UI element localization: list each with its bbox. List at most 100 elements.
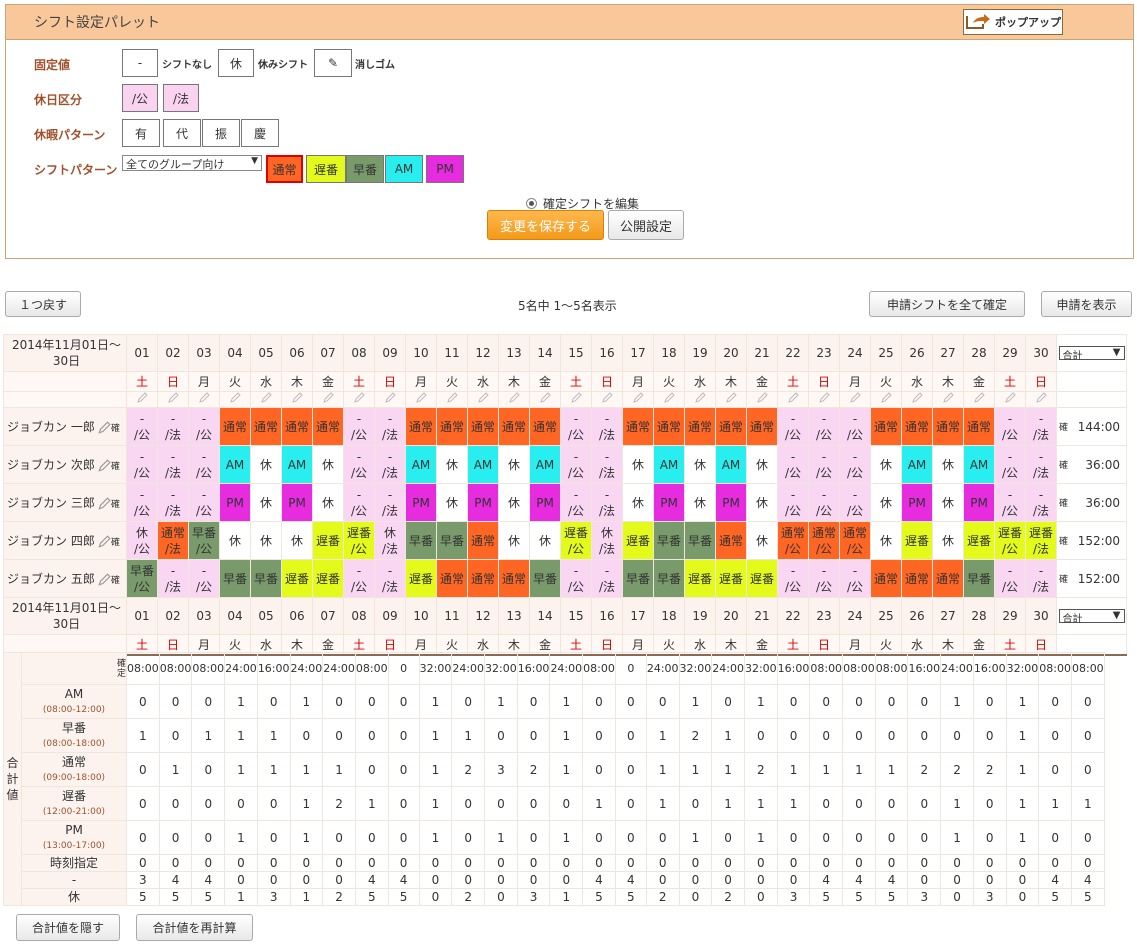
group-select[interactable]: 全てのグループ向け ▼ bbox=[122, 155, 262, 171]
shift-cell[interactable]: PM bbox=[529, 483, 561, 522]
shift-cell[interactable]: 通常 bbox=[901, 559, 933, 598]
edit-pencil-icon[interactable] bbox=[808, 391, 840, 408]
edit-pencil-icon[interactable] bbox=[498, 391, 530, 408]
shift-cell[interactable]: -/公 bbox=[777, 559, 809, 598]
shift-cell[interactable]: -/公 bbox=[188, 559, 220, 598]
shift-cell[interactable]: 通常 bbox=[281, 407, 313, 446]
shift-cell[interactable]: -/公 bbox=[808, 407, 840, 446]
shift-cell[interactable]: 遅番 bbox=[622, 521, 654, 560]
shift-cell[interactable]: 休 bbox=[250, 483, 282, 522]
shift-cell[interactable]: 遅番 bbox=[746, 559, 778, 598]
staff-name[interactable]: ジョブカン 次郎確 bbox=[3, 445, 127, 484]
edit-pencil-icon[interactable] bbox=[219, 391, 251, 408]
edit-pencil-icon[interactable] bbox=[157, 391, 189, 408]
shift-cell[interactable]: 早番 bbox=[250, 559, 282, 598]
edit-pencil-icon[interactable] bbox=[715, 391, 747, 408]
shift-cell[interactable]: -/公 bbox=[994, 559, 1026, 598]
shift-cell[interactable]: 通常/公 bbox=[839, 521, 871, 560]
sum-select[interactable]: 合計 ▼ bbox=[1056, 334, 1127, 372]
shift-cell[interactable]: 通常 bbox=[467, 559, 499, 598]
shift-cell[interactable]: AM bbox=[281, 445, 313, 484]
shift-cell[interactable]: 休 bbox=[529, 521, 561, 560]
shift-cell[interactable]: 休 bbox=[219, 521, 251, 560]
shift-cell[interactable]: -/公 bbox=[188, 445, 220, 484]
shift-cell[interactable]: 休 bbox=[498, 445, 530, 484]
shift-cell[interactable]: AM bbox=[715, 445, 747, 484]
shift-cell[interactable]: 通常 bbox=[870, 559, 902, 598]
edit-pencil-icon[interactable] bbox=[281, 391, 313, 408]
shift-cell[interactable]: -/公 bbox=[808, 559, 840, 598]
shift-cell[interactable]: 休 bbox=[498, 483, 530, 522]
shift-cell[interactable]: 休 bbox=[250, 445, 282, 484]
leave-event-box[interactable]: 慶 bbox=[241, 119, 279, 147]
shift-cell[interactable]: 早番 bbox=[963, 559, 995, 598]
shift-cell[interactable]: 休 bbox=[870, 483, 902, 522]
shift-cell[interactable]: 通常 bbox=[467, 407, 499, 446]
recalc-totals-button[interactable]: 合計値を再計算 bbox=[136, 914, 253, 941]
shift-cell[interactable]: 休 bbox=[622, 483, 654, 522]
shift-cell[interactable]: -/公 bbox=[560, 559, 592, 598]
shift-cell[interactable]: 遅番 bbox=[963, 521, 995, 560]
edit-pencil-icon[interactable] bbox=[126, 391, 158, 408]
shift-cell[interactable]: -/公 bbox=[126, 483, 158, 522]
shift-cell[interactable]: 遅番 bbox=[312, 559, 344, 598]
popup-button[interactable]: ポップアップ bbox=[963, 9, 1063, 35]
shift-cell[interactable]: -/公 bbox=[808, 445, 840, 484]
shift-cell[interactable]: 遅番 bbox=[405, 559, 437, 598]
shift-cell[interactable]: 休 bbox=[436, 483, 468, 522]
publish-settings-button[interactable]: 公開設定 bbox=[608, 210, 684, 240]
shift-cell[interactable]: -/法 bbox=[157, 407, 189, 446]
shift-cell[interactable]: PM bbox=[219, 483, 251, 522]
shift-cell[interactable]: -/法 bbox=[157, 445, 189, 484]
shift-cell[interactable]: 休/法 bbox=[374, 521, 406, 560]
shift-cell[interactable]: -/公 bbox=[343, 445, 375, 484]
shift-cell[interactable]: 休 bbox=[498, 521, 530, 560]
edit-pencil-icon[interactable] bbox=[405, 391, 437, 408]
shift-cell[interactable]: -/公 bbox=[994, 445, 1026, 484]
shift-cell[interactable]: -/公 bbox=[343, 483, 375, 522]
fixed-none-box[interactable]: - bbox=[122, 49, 158, 77]
shift-cell[interactable]: -/法 bbox=[1025, 445, 1057, 484]
shift-cell[interactable]: 休 bbox=[746, 483, 778, 522]
shift-cell[interactable]: 休 bbox=[312, 483, 344, 522]
leave-sub-box[interactable]: 振 bbox=[202, 119, 240, 147]
shift-am-box[interactable]: AM bbox=[385, 155, 423, 183]
staff-name[interactable]: ジョブカン 一郎確 bbox=[3, 407, 127, 446]
shift-cell[interactable]: 通常 bbox=[219, 407, 251, 446]
shift-cell[interactable]: -/公 bbox=[126, 445, 158, 484]
shift-cell[interactable]: PM bbox=[281, 483, 313, 522]
shift-cell[interactable]: -/法 bbox=[374, 559, 406, 598]
shift-cell[interactable]: 通常/法 bbox=[157, 521, 189, 560]
shift-cell[interactable]: 早番/公 bbox=[188, 521, 220, 560]
shift-cell[interactable]: AM bbox=[405, 445, 437, 484]
shift-cell[interactable]: AM bbox=[963, 445, 995, 484]
shift-cell[interactable]: PM bbox=[901, 483, 933, 522]
shift-cell[interactable]: AM bbox=[529, 445, 561, 484]
shift-cell[interactable]: 通常 bbox=[436, 559, 468, 598]
shift-cell[interactable]: 遅番 bbox=[684, 559, 716, 598]
shift-cell[interactable]: 通常 bbox=[467, 521, 499, 560]
shift-cell[interactable]: 休/法 bbox=[591, 521, 623, 560]
shift-cell[interactable]: AM bbox=[653, 445, 685, 484]
shift-cell[interactable]: -/法 bbox=[157, 559, 189, 598]
shift-cell[interactable]: 遅番/公 bbox=[343, 521, 375, 560]
sum-select[interactable]: 合計 ▼ bbox=[1056, 597, 1127, 635]
hide-totals-button[interactable]: 合計値を隠す bbox=[16, 914, 120, 941]
shift-cell[interactable]: -/法 bbox=[374, 445, 406, 484]
shift-cell[interactable]: 休 bbox=[684, 483, 716, 522]
shift-cell[interactable]: 通常 bbox=[312, 407, 344, 446]
edit-pencil-icon[interactable] bbox=[932, 391, 964, 408]
shift-cell[interactable]: 休 bbox=[932, 483, 964, 522]
shift-cell[interactable]: 遅番/公 bbox=[994, 521, 1026, 560]
shift-cell[interactable]: AM bbox=[219, 445, 251, 484]
eraser-box[interactable]: ✎ bbox=[314, 49, 352, 77]
shift-cell[interactable]: PM bbox=[653, 483, 685, 522]
shift-cell[interactable]: -/法 bbox=[374, 407, 406, 446]
shift-cell[interactable]: -/公 bbox=[839, 407, 871, 446]
shift-cell[interactable]: 遅番 bbox=[312, 521, 344, 560]
shift-cell[interactable]: 早番 bbox=[653, 559, 685, 598]
shift-cell[interactable]: PM bbox=[715, 483, 747, 522]
edit-pencil-icon[interactable] bbox=[529, 391, 561, 408]
shift-cell[interactable]: PM bbox=[963, 483, 995, 522]
shift-cell[interactable]: -/法 bbox=[1025, 559, 1057, 598]
